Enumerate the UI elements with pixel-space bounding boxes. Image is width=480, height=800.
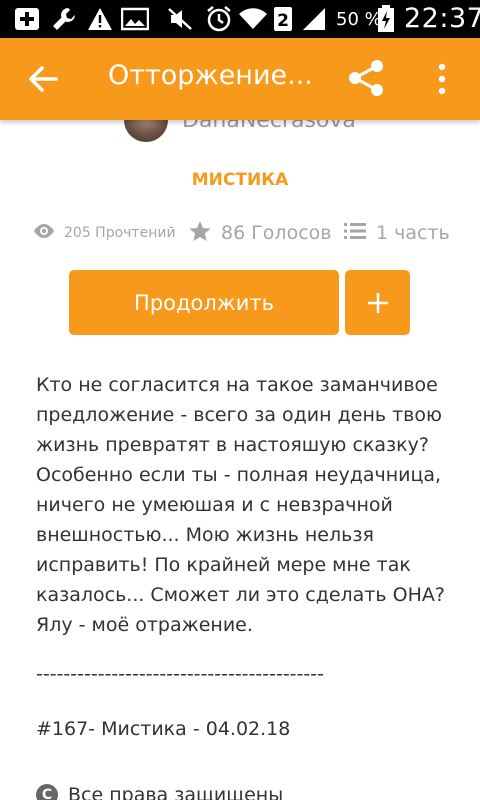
story-details: DanaNecrasova МИСТИКА 205 Прочтений 86 Г… <box>0 120 480 800</box>
reads-stat: 205 Прочтений <box>32 218 176 248</box>
description-divider: ----------------------------------------… <box>36 663 324 685</box>
add-to-library-button[interactable] <box>345 270 410 335</box>
warning-icon <box>86 6 114 32</box>
status-bar: 2 50 % 22:37 <box>0 0 480 38</box>
svg-text:2: 2 <box>277 11 289 31</box>
arrow-back-icon[interactable] <box>26 62 60 96</box>
signal-icon <box>300 6 328 32</box>
author-name[interactable]: DanaNecrasova <box>182 120 356 133</box>
votes-stat: 86 Голосов <box>189 218 331 248</box>
reads-count: 205 Прочтений <box>64 225 176 241</box>
parts-stat: 1 часть <box>344 218 450 248</box>
app-bar: Отторжение... <box>0 38 480 120</box>
story-description: Кто не согласится на такое заманчивое пр… <box>36 374 445 636</box>
mute-icon <box>166 6 194 32</box>
author-avatar[interactable] <box>124 120 168 142</box>
battery-charging-icon <box>376 5 396 32</box>
clock: 22:37 <box>404 3 480 34</box>
plus-icon <box>367 292 388 313</box>
battery-percent: 50 % <box>336 9 382 30</box>
story-tagline: #167- Мистика - 04.02.18 <box>36 718 291 740</box>
author-row[interactable]: DanaNecrasova <box>124 120 356 142</box>
story-stats: 205 Прочтений 86 Голосов 1 часть <box>32 218 462 248</box>
copyright-row: C Все права защищены <box>36 782 283 800</box>
star-icon <box>189 220 211 246</box>
copyright-icon: C <box>36 784 58 800</box>
wrench-icon <box>50 6 78 32</box>
image-icon <box>120 6 150 32</box>
story-category[interactable]: МИСТИКА <box>0 170 480 190</box>
add-box-icon <box>12 6 42 32</box>
votes-count: 86 Голосов <box>221 222 332 244</box>
more-vert-icon[interactable] <box>432 62 452 96</box>
story-title: Отторжение... <box>108 60 313 91</box>
wifi-icon <box>238 6 268 32</box>
alarm-icon <box>204 6 234 32</box>
share-icon[interactable] <box>346 58 386 98</box>
copyright-label: Все права защищены <box>68 784 284 800</box>
list-icon <box>344 222 366 244</box>
sim-2-icon: 2 <box>272 6 294 32</box>
eye-icon <box>32 223 56 243</box>
parts-count: 1 часть <box>376 222 450 244</box>
continue-reading-button[interactable]: Продолжить <box>69 270 339 335</box>
